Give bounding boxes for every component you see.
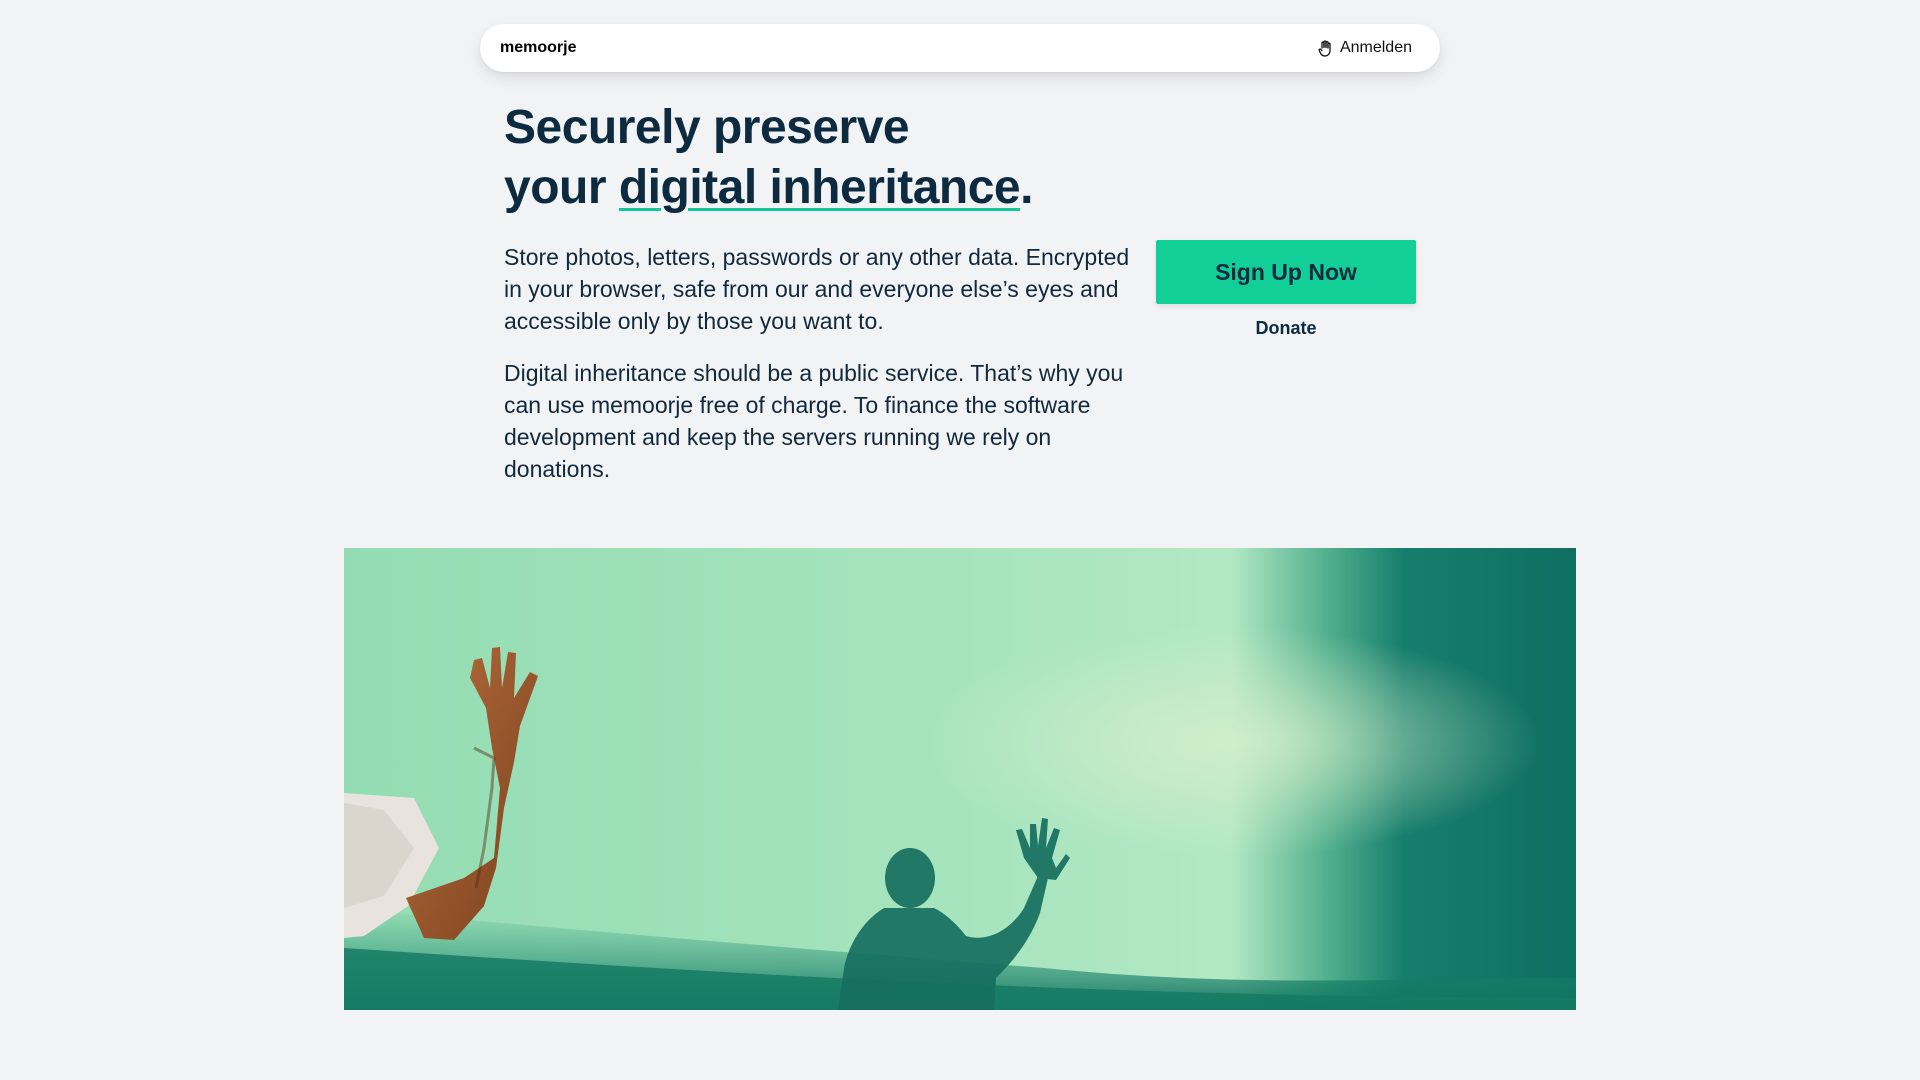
- headline-line-1: Securely preserve: [504, 101, 910, 154]
- brand-logo-link[interactable]: memoorje: [500, 24, 576, 72]
- hero-illustration: [344, 548, 1576, 1010]
- login-button[interactable]: Anmelden: [1318, 24, 1412, 72]
- donation-paragraph: Digital inheritance should be a public s…: [504, 360, 1124, 482]
- headline-highlight: digital inheritance: [618, 161, 1021, 214]
- login-label: Anmelden: [1339, 39, 1412, 56]
- donate-link[interactable]: Donate: [1156, 318, 1416, 339]
- top-navigation-bar: memoorje Anmelden: [480, 24, 1440, 72]
- headline-line-2-prefix: your: [504, 161, 619, 214]
- intro-paragraph: Store photos, letters, passwords or any …: [504, 244, 1130, 334]
- hero-image: [344, 548, 1576, 1010]
- hero-headline: Securely preserve your digital inheritan…: [504, 98, 1033, 218]
- sign-up-button[interactable]: Sign Up Now: [1156, 240, 1416, 304]
- headline-suffix: .: [1020, 161, 1033, 214]
- hand-icon: [1318, 39, 1332, 57]
